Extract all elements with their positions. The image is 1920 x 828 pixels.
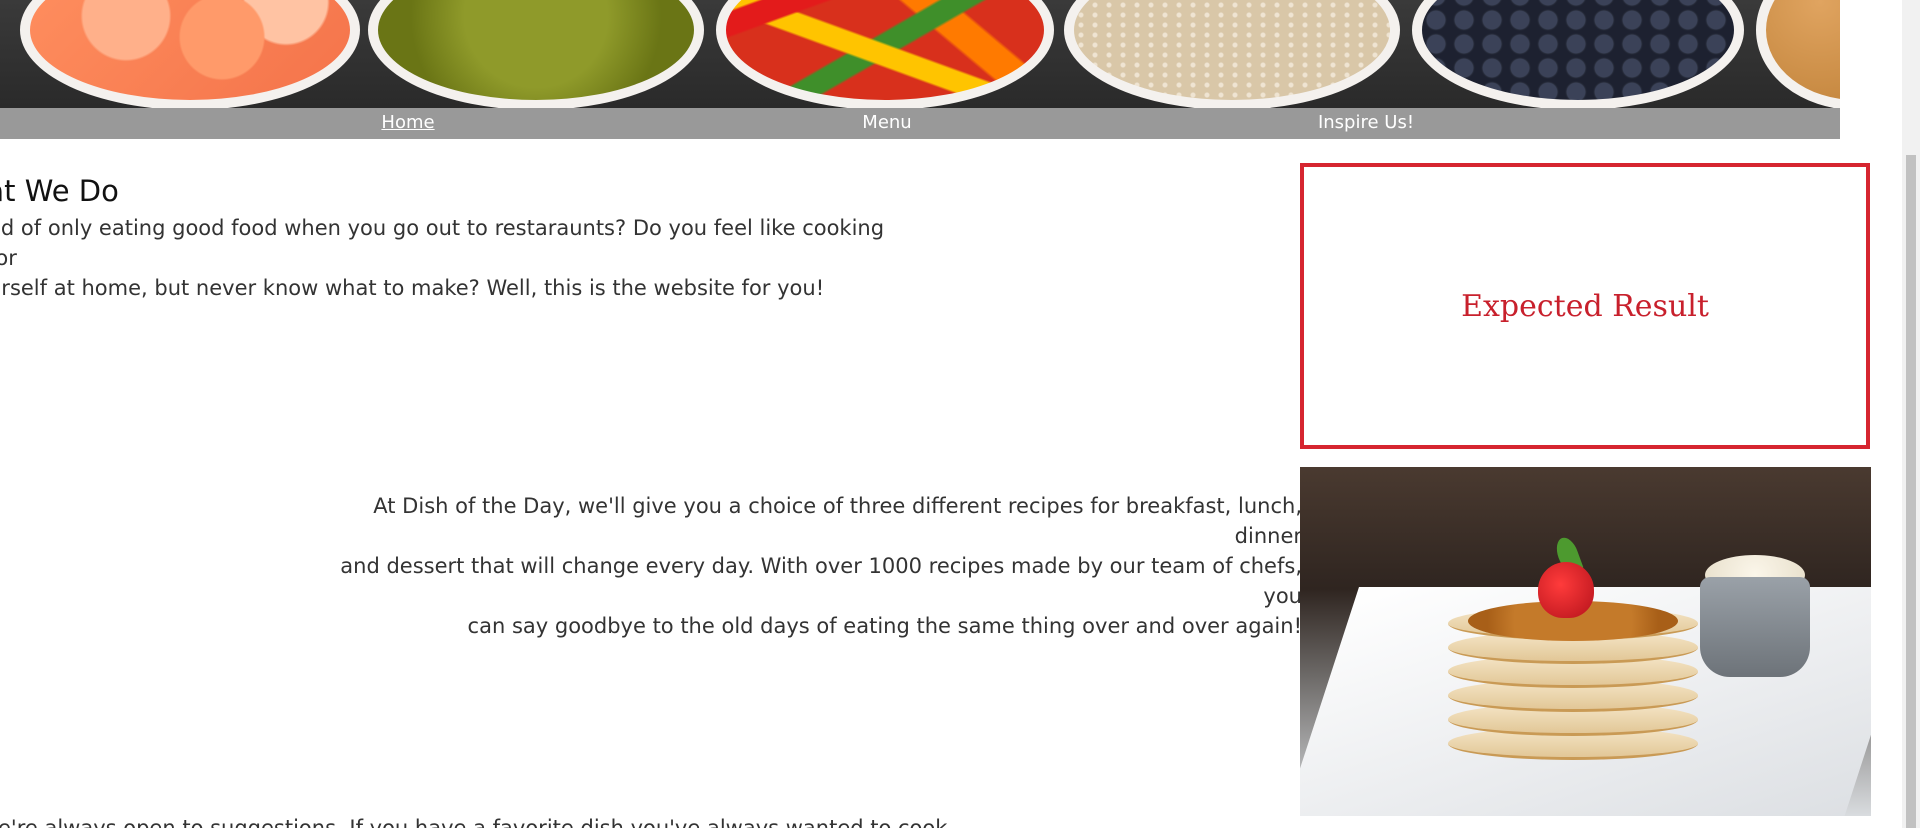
main-nav: Home Menu Inspire Us! (0, 108, 1840, 139)
food-bowls-banner-image (0, 0, 1840, 108)
suggestions-paragraph: e're always open to suggestions. If you … (0, 816, 948, 828)
peppers-bowl (716, 0, 1054, 108)
detail-line: can say goodbye to the old days of eatin… (467, 614, 1302, 638)
strawberry (1538, 562, 1594, 618)
expected-result-box: Expected Result (1300, 163, 1870, 449)
intro-line: urself at home, but never know what to m… (0, 276, 825, 300)
pancake-stack-image (1300, 467, 1871, 816)
expected-result-label: Expected Result (1461, 288, 1709, 324)
blueberries-bowl (1412, 0, 1744, 108)
detail-paragraph: At Dish of the Day, we'll give you a cho… (340, 491, 1302, 641)
walnuts-bowl (1756, 0, 1840, 108)
detail-line: At Dish of the Day, we'll give you a cho… (373, 494, 1302, 548)
salmon-bowl (20, 0, 360, 108)
oats-bowl (1064, 0, 1400, 108)
detail-line: and dessert that will change every day. … (340, 554, 1302, 608)
olive-oil-bowl (368, 0, 704, 108)
nav-inspire-link[interactable]: Inspire Us! (1318, 112, 1414, 133)
vertical-scrollbar[interactable] (1902, 0, 1920, 828)
nav-home-link[interactable]: Home (381, 112, 434, 133)
page-viewport: Home Menu Inspire Us! hat We Do ed of on… (0, 0, 1902, 828)
cream-cup (1700, 577, 1810, 677)
section-heading: hat We Do (0, 174, 119, 208)
pancake-stack (1448, 534, 1698, 760)
intro-paragraph: ed of only eating good food when you go … (0, 213, 888, 303)
scrollbar-thumb[interactable] (1906, 155, 1916, 828)
nav-menu-link[interactable]: Menu (862, 112, 911, 133)
intro-line: ed of only eating good food when you go … (0, 216, 885, 270)
